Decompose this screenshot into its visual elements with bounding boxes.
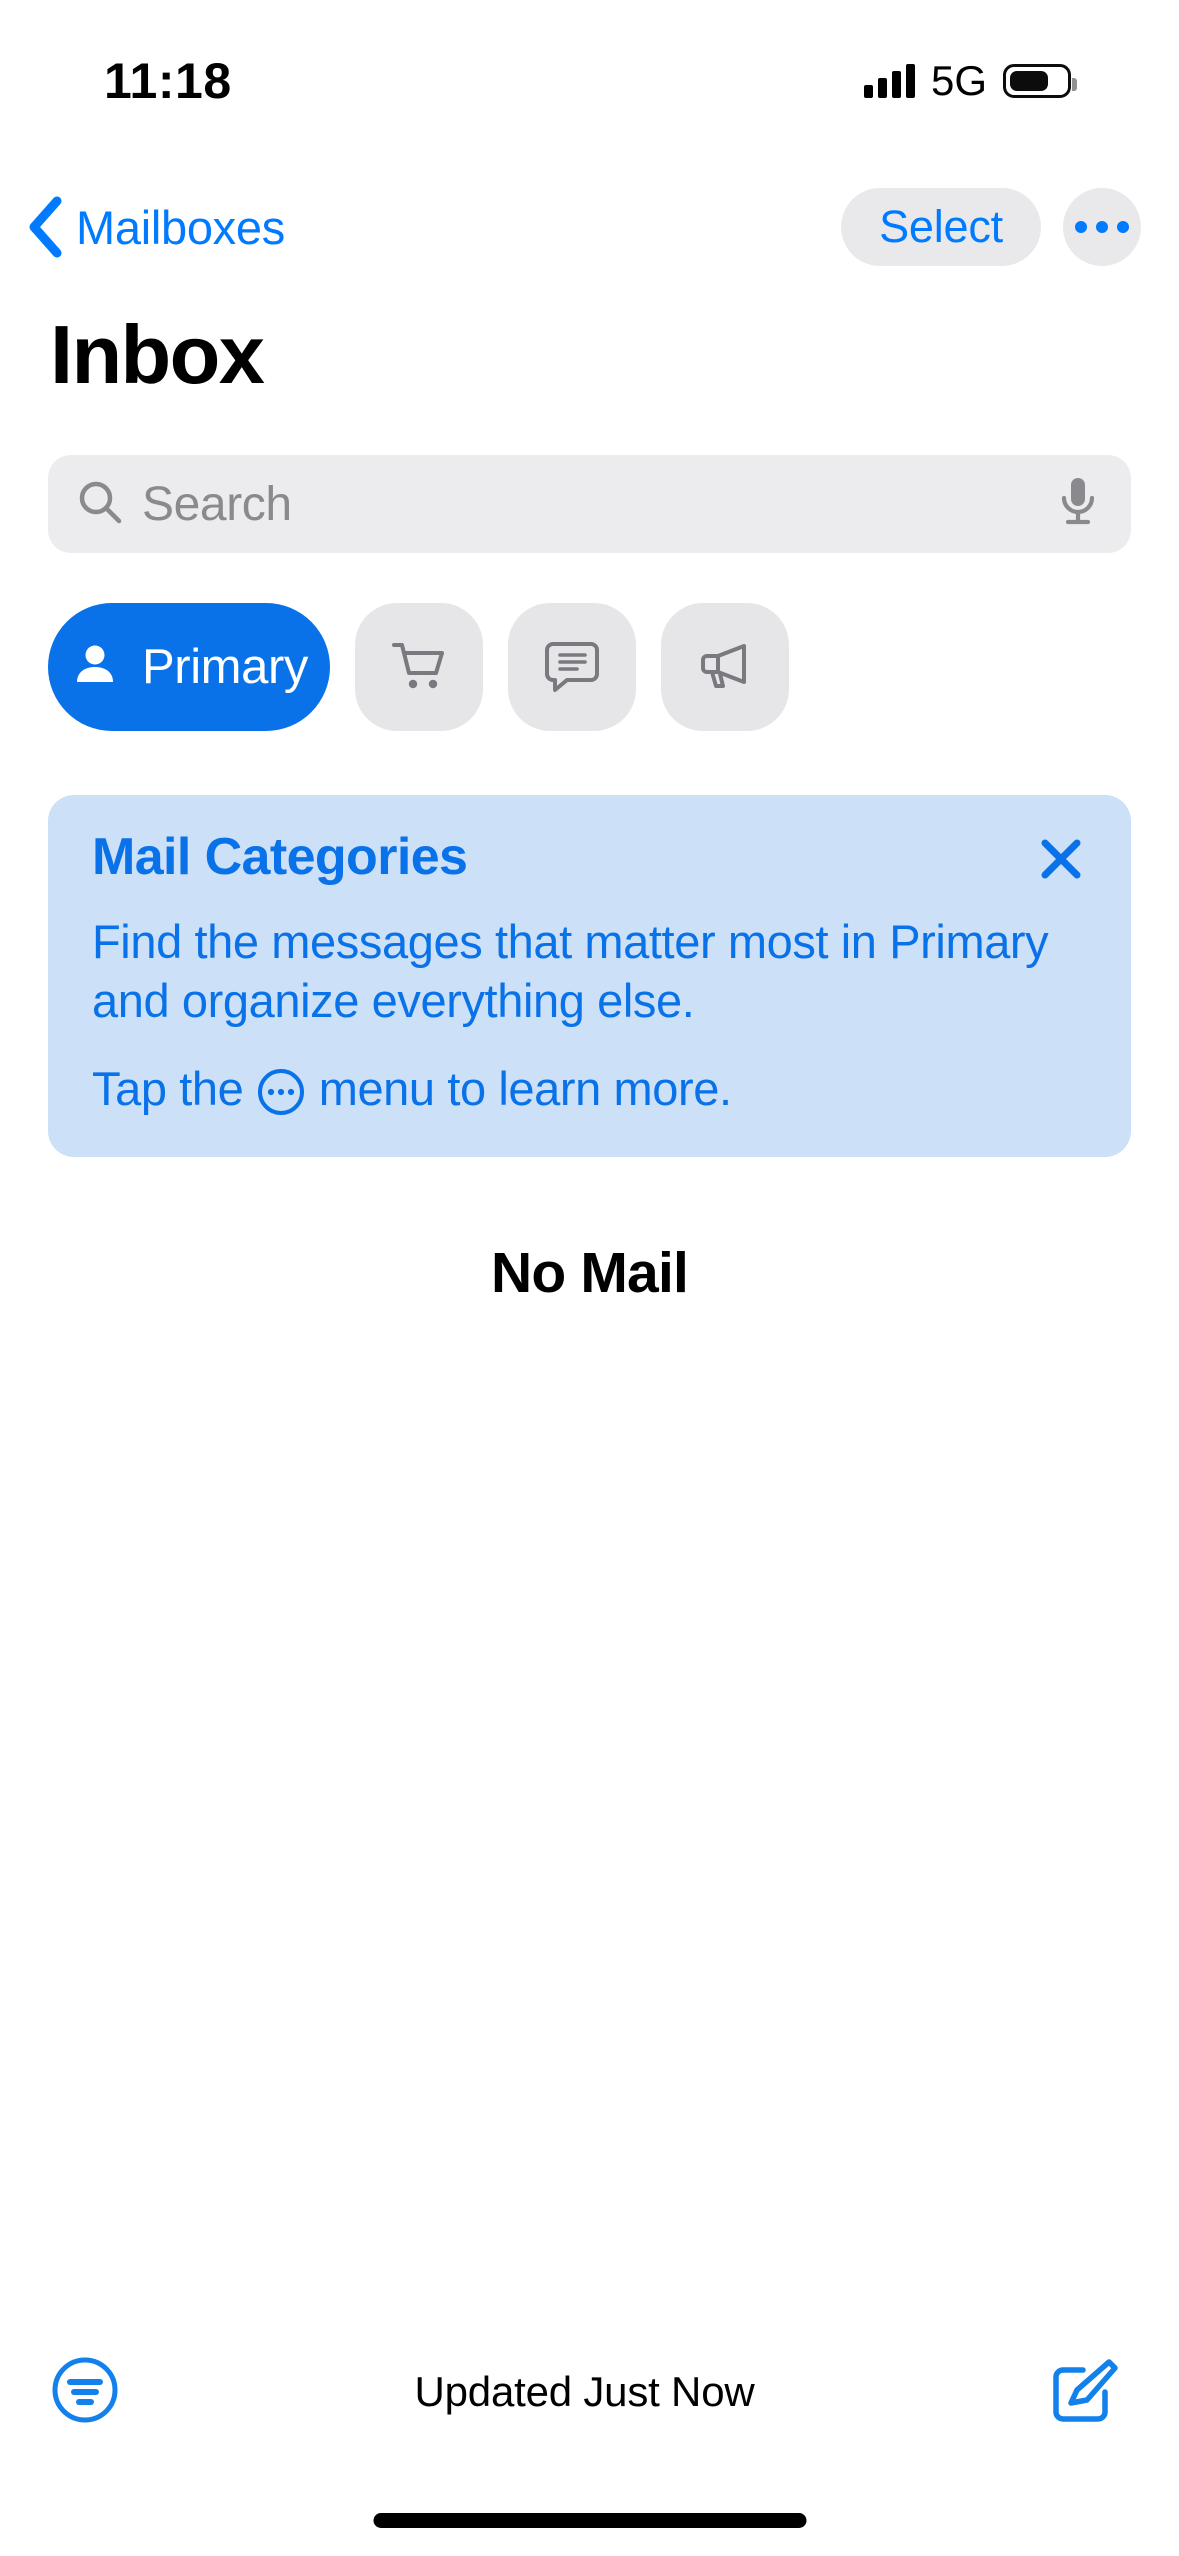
category-pill-updates[interactable] [508,603,636,731]
back-button[interactable]: Mailboxes [26,196,285,258]
banner-title: Mail Categories [92,828,468,886]
banner-close-button[interactable] [1029,829,1093,894]
page-title: Inbox [50,308,265,401]
shopping-cart-icon [388,634,450,701]
banner-hint-after: menu to learn more. [306,1062,732,1116]
update-status-label: Updated Just Now [414,2368,755,2415]
category-pill-primary-label: Primary [142,640,308,694]
search-input[interactable]: Search [142,477,1057,532]
banner-description: Find the messages that matter most in Pr… [92,915,1049,1028]
megaphone-icon [694,634,756,701]
compose-icon [1047,2352,1123,2433]
search-field[interactable]: Search [48,455,1131,553]
person-icon [70,640,120,695]
ellipsis-icon [1117,221,1129,233]
filter-button[interactable] [48,2353,122,2432]
mail-app-screen: 11:18 5G Mailboxes Select Inbox Search P… [0,0,1179,2556]
category-pill-promotions[interactable] [661,603,789,731]
category-pill-primary[interactable]: Primary [48,603,330,731]
category-pill-transactions[interactable] [355,603,483,731]
mail-categories-banner: Mail Categories Find the messages that m… [48,795,1131,1158]
bottom-toolbar: Updated Just Now [0,2332,1179,2452]
more-options-button[interactable] [1063,188,1141,266]
network-type-label: 5G [930,57,987,104]
banner-hint: Tap the menu to learn more. [92,1060,1093,1117]
status-bar: 11:18 5G [0,0,1179,148]
banner-hint-before: Tap the [92,1062,257,1116]
navigation-bar: Mailboxes Select [0,172,1179,282]
status-bar-time: 11:18 [104,53,232,109]
cellular-signal-icon [863,64,915,98]
circle-ellipsis-icon [256,1060,306,1117]
category-filter-bar: Primary [48,603,1131,731]
home-indicator [373,2513,806,2528]
back-button-label: Mailboxes [76,200,285,254]
empty-state-title: No Mail [490,1241,689,1305]
select-button[interactable]: Select [841,188,1041,266]
nav-bar-actions: Select [841,188,1141,266]
ellipsis-icon [1075,221,1087,233]
microphone-icon[interactable] [1057,475,1099,534]
banner-header: Mail Categories [92,827,1093,894]
chevron-left-icon [26,196,62,258]
chat-bubble-icon [541,634,603,701]
status-bar-indicators: 5G [863,57,1077,105]
close-icon [1035,839,1087,889]
compose-button[interactable] [1047,2352,1123,2433]
select-button-label: Select [879,201,1003,252]
filter-icon [48,2353,122,2432]
ellipsis-icon [1096,221,1108,233]
battery-icon [1003,64,1077,98]
magnifying-glass-icon [76,478,124,531]
